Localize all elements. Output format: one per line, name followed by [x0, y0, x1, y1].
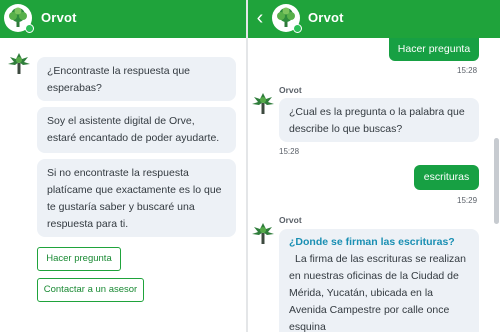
- bot-message-bubble: ¿Cual es la pregunta o la palabra que de…: [279, 98, 479, 142]
- chat-panel-left: Orvot ¿Encontraste la respuesta que espe…: [0, 0, 246, 332]
- bot-avatar-icon: [8, 52, 30, 76]
- online-status-icon: [293, 24, 302, 33]
- chat-title: Orvot: [41, 10, 77, 25]
- bot-message-bubble: Soy el asistente digital de Orve, estaré…: [37, 107, 236, 153]
- chat-title: Orvot: [308, 10, 344, 25]
- answer-body: La firma de las escrituras se realizan e…: [289, 253, 466, 332]
- user-message-bubble: escrituras: [414, 165, 479, 190]
- contact-advisor-button[interactable]: Contactar a un asesor: [37, 278, 144, 302]
- sender-name: Orvot: [279, 85, 302, 95]
- bot-message-bubble: ¿Encontraste la respuesta que esperabas?: [37, 57, 236, 101]
- sender-name: Orvot: [279, 215, 302, 225]
- online-status-icon: [25, 24, 34, 33]
- message-time: 15:28: [279, 147, 300, 156]
- message-time: 15:29: [457, 196, 478, 205]
- chevron-left-icon[interactable]: ‹: [252, 7, 268, 29]
- bot-answer-card: ¿Donde se firman las escrituras? La firm…: [279, 229, 479, 332]
- bot-message-bubble: Si no encontraste la respuesta platícame…: [37, 159, 236, 237]
- user-message-bubble: Hacer pregunta: [389, 38, 479, 61]
- chat-header: ‹ Orvot: [248, 0, 500, 38]
- chat-panel-right: ‹ Orvot Hacer pregunta 15:28 Orvot ¿Cual…: [248, 0, 500, 332]
- answer-title: ¿Donde se firman las escrituras?: [289, 236, 455, 248]
- ask-question-button[interactable]: Hacer pregunta: [37, 247, 121, 271]
- bot-avatar-icon: [252, 222, 274, 246]
- message-time: 15:28: [457, 66, 478, 75]
- bot-avatar-icon: [252, 92, 274, 116]
- scrollbar[interactable]: [494, 138, 499, 224]
- chat-header: Orvot: [0, 0, 246, 38]
